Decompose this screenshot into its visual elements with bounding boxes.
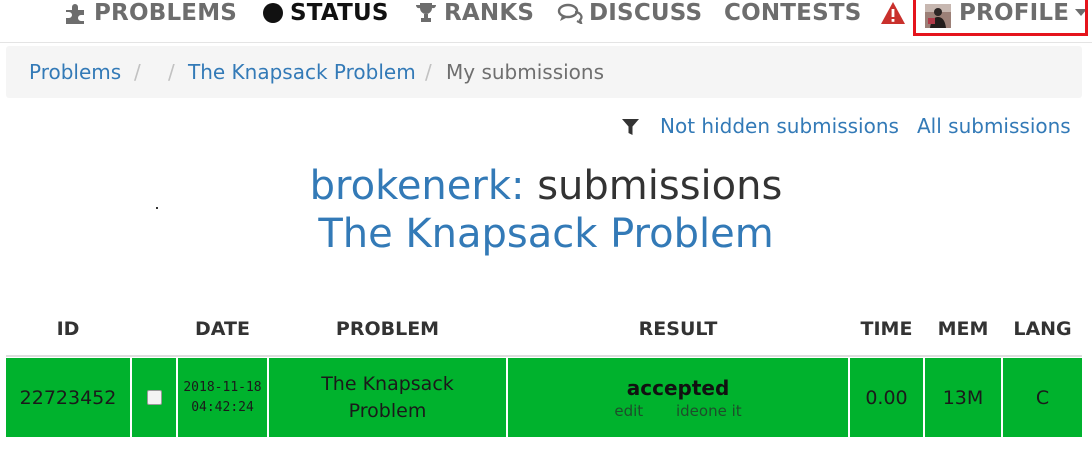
nav-contests-label: CONTESTS xyxy=(724,0,862,26)
col-date: DATE xyxy=(195,318,250,340)
submission-mem: 13M xyxy=(925,358,1001,437)
nav-problems[interactable]: PROBLEMS xyxy=(64,0,237,31)
submission-filters: Not hidden submissions All submissions xyxy=(0,114,1092,144)
trophy-icon xyxy=(414,2,438,24)
nav-divider xyxy=(0,42,1092,43)
result-actions: edit ideone it xyxy=(600,402,755,420)
username-link[interactable]: brokenerk: xyxy=(310,163,525,209)
chat-icon xyxy=(557,2,583,24)
col-mem: MEM xyxy=(937,318,989,340)
nav-problems-label: PROBLEMS xyxy=(94,0,238,26)
col-time: TIME xyxy=(860,318,913,340)
profile-highlight xyxy=(913,0,1088,36)
breadcrumb-problem[interactable]: The Knapsack Problem xyxy=(188,60,416,84)
breadcrumb-separator: / xyxy=(168,60,175,84)
nav-ranks-label: RANKS xyxy=(444,0,535,26)
nav-discuss[interactable]: DISCUSS xyxy=(557,0,702,31)
submission-result: accepted edit ideone it xyxy=(508,358,848,437)
page-title: brokenerk: submissions xyxy=(0,162,1092,210)
nav-status[interactable]: STATUS xyxy=(262,0,389,31)
row-checkbox[interactable] xyxy=(146,390,162,405)
nav-discuss-label: DISCUSS xyxy=(589,0,703,26)
filter-icon xyxy=(622,117,639,141)
submission-date-time: 04:42:24 xyxy=(191,399,254,415)
col-id: ID xyxy=(56,318,80,340)
nav-warning[interactable] xyxy=(880,0,912,31)
top-nav: PROBLEMS STATUS RANKS DISCUSS CONTESTS P… xyxy=(0,0,1092,40)
submission-lang: C xyxy=(1003,358,1082,437)
not-hidden-submissions-link[interactable]: Not hidden submissions xyxy=(660,114,899,138)
col-result: RESULT xyxy=(638,318,718,340)
submission-date: 2018-11-18 04:42:24 xyxy=(178,358,267,437)
nav-ranks[interactable]: RANKS xyxy=(414,0,534,31)
problem-title-link[interactable]: The Knapsack Problem xyxy=(0,210,1092,258)
breadcrumb-problems[interactable]: Problems xyxy=(29,60,121,84)
warning-icon xyxy=(880,1,906,25)
nav-status-label: STATUS xyxy=(290,0,389,26)
circle-icon xyxy=(262,2,284,24)
submission-problem[interactable]: The Knapsack Problem xyxy=(269,358,506,437)
all-submissions-link[interactable]: All submissions xyxy=(917,114,1071,138)
puzzle-icon xyxy=(64,2,88,24)
nav-contests[interactable]: CONTESTS xyxy=(724,0,862,31)
submission-time: 0.00 xyxy=(850,358,923,437)
edit-link[interactable]: edit xyxy=(614,402,643,420)
submission-date-day: 2018-11-18 xyxy=(183,379,262,395)
breadcrumb-current: My submissions xyxy=(446,60,605,84)
problem-name-line1: The Knapsack xyxy=(321,372,454,395)
row-select-cell xyxy=(132,358,176,437)
result-status: accepted xyxy=(626,375,730,400)
submission-id[interactable]: 22723452 xyxy=(6,358,130,437)
col-problem: PROBLEM xyxy=(335,318,440,340)
ideone-link[interactable]: ideone it xyxy=(676,402,742,420)
title-suffix: submissions xyxy=(537,163,783,209)
col-lang: LANG xyxy=(1013,318,1072,340)
breadcrumb-separator: / xyxy=(134,60,141,84)
breadcrumb: Problems / / The Knapsack Problem / My s… xyxy=(6,46,1082,98)
breadcrumb-separator: / xyxy=(425,60,432,84)
table-header-divider xyxy=(6,355,1082,357)
problem-name-line2: Problem xyxy=(348,399,427,422)
